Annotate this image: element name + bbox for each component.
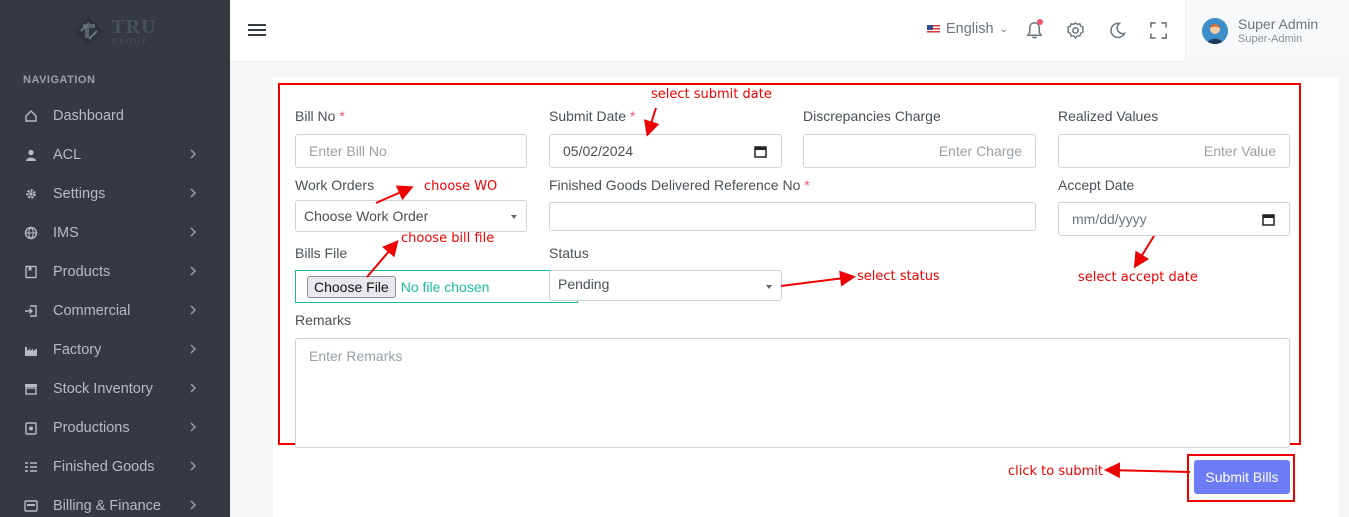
chevron-down-icon: ⌄: [999, 23, 1008, 35]
sidebar-item-acl[interactable]: ACL: [0, 135, 230, 174]
bills-file-label: Bills File: [295, 245, 348, 261]
annotation-accept-date: select accept date: [1078, 270, 1198, 285]
brand-sub: GROUP: [111, 36, 149, 46]
sidebar-item-productions[interactable]: Productions: [0, 408, 230, 447]
remarks-textarea[interactable]: Enter Remarks: [295, 338, 1290, 448]
bookmark-icon: [23, 264, 39, 280]
sidebar-item-label: Stock Inventory: [53, 380, 153, 397]
list-icon: [23, 459, 39, 475]
sidebar-item-label: Dashboard: [53, 107, 124, 124]
brand-name: TRU: [111, 15, 157, 38]
factory-icon: [23, 342, 39, 358]
select-caret-icon: [766, 285, 772, 289]
accept-date-input[interactable]: mm/dd/yyyy: [1058, 202, 1290, 236]
user-role: Super-Admin: [1238, 32, 1303, 45]
chevron-right-icon: [189, 304, 199, 318]
chevron-right-icon: [189, 382, 199, 396]
sidebar-item-label: Commercial: [53, 302, 131, 319]
topbar: English ⌄ Super Admin Super-Admin: [230, 0, 1349, 62]
settings-gear-icon[interactable]: [1064, 19, 1086, 41]
sidebar-item-label: Productions: [53, 419, 130, 436]
calendar-icon[interactable]: [754, 145, 767, 158]
sidebar: TRU GROUP NAVIGATION Dashboard ACL Setting…: [0, 0, 230, 517]
globe-icon: [23, 225, 39, 241]
annotation-status: select status: [857, 269, 940, 284]
sidebar-item-label: Settings: [53, 185, 106, 202]
annotation-submit-date: select submit date: [651, 87, 772, 102]
annotation-bill-file: choose bill file: [401, 231, 495, 246]
chevron-right-icon: [189, 421, 199, 435]
sidebar-item-label: Billing & Finance: [53, 497, 161, 514]
avatar: [1202, 18, 1228, 44]
fg-reference-label: Finished Goods Delivered Reference No *: [549, 177, 810, 193]
calendar-icon[interactable]: [1262, 213, 1275, 226]
store-icon: [23, 381, 39, 397]
user-icon: [23, 147, 39, 163]
file-status-text: No file chosen: [400, 278, 490, 295]
bill-no-input[interactable]: Enter Bill No: [295, 134, 527, 168]
sidebar-item-label: Factory: [53, 341, 102, 358]
language-label: English: [946, 21, 994, 37]
fullscreen-icon[interactable]: [1147, 19, 1169, 41]
nav-section-title: NAVIGATION: [23, 74, 96, 86]
brand-mark-icon: [74, 16, 105, 46]
hamburger-menu-icon[interactable]: [248, 22, 268, 38]
bill-no-label: Bill No *: [295, 108, 345, 124]
annotation-submit: click to submit: [1008, 464, 1103, 479]
notification-bell-icon[interactable]: [1023, 19, 1045, 41]
sidebar-item-factory[interactable]: Factory: [0, 330, 230, 369]
submit-date-input[interactable]: 05/02/2024: [549, 134, 782, 168]
sidebar-item-ims[interactable]: IMS: [0, 213, 230, 252]
user-name: Super Admin: [1238, 15, 1319, 32]
remarks-label: Remarks: [295, 312, 352, 328]
brand-logo[interactable]: TRU GROUP: [0, 0, 230, 62]
chevron-right-icon: [189, 187, 199, 201]
status-select[interactable]: Pending: [549, 270, 782, 301]
sidebar-item-label: Finished Goods: [53, 458, 155, 475]
accept-date-label: Accept Date: [1058, 177, 1135, 193]
realized-values-label: Realized Values: [1058, 108, 1159, 124]
home-icon: [23, 108, 39, 124]
billing-icon: [23, 498, 39, 514]
chevron-right-icon: [189, 460, 199, 474]
work-order-select[interactable]: Choose Work Order: [295, 200, 527, 232]
select-caret-icon: [511, 215, 517, 219]
gear-icon: [23, 186, 39, 202]
chevron-right-icon: [189, 148, 199, 162]
sidebar-item-label: Products: [53, 263, 111, 280]
notification-dot: [1037, 19, 1043, 25]
sidebar-item-label: ACL: [53, 146, 82, 163]
chevron-right-icon: [189, 265, 199, 279]
language-selector[interactable]: English ⌄: [927, 21, 1008, 37]
sidebar-item-products[interactable]: Products: [0, 252, 230, 291]
discrepancies-charge-input[interactable]: Enter Charge: [803, 134, 1036, 168]
discrepancies-charge-label: Discrepancies Charge: [803, 108, 941, 124]
sign-in-icon: [23, 303, 39, 319]
choose-file-button[interactable]: Choose File: [307, 275, 396, 298]
user-profile-menu[interactable]: Super Admin Super-Admin: [1185, 0, 1349, 62]
nav-list: Dashboard ACL Settings IMS Products Commercia…: [0, 96, 230, 517]
sidebar-item-label: IMS: [53, 224, 79, 241]
dark-mode-moon-icon[interactable]: [1106, 19, 1128, 41]
submit-date-label: Submit Date *: [549, 108, 636, 124]
sidebar-item-finished-goods[interactable]: Finished Goods: [0, 447, 230, 486]
chevron-right-icon: [189, 226, 199, 240]
status-label: Status: [549, 245, 589, 261]
fg-reference-input[interactable]: [549, 202, 1036, 231]
clipboard-icon: [23, 420, 39, 436]
chevron-right-icon: [189, 499, 199, 513]
submit-bills-button[interactable]: Submit Bills: [1194, 460, 1290, 494]
sidebar-item-settings[interactable]: Settings: [0, 174, 230, 213]
annotation-work-order: choose WO: [424, 179, 498, 194]
sidebar-item-commercial[interactable]: Commercial: [0, 291, 230, 330]
bills-file-input[interactable]: Choose File No file chosen: [295, 270, 578, 303]
sidebar-item-billing-and-finance[interactable]: Billing & Finance: [0, 486, 230, 517]
work-orders-label: Work Orders: [295, 177, 375, 193]
sidebar-item-dashboard[interactable]: Dashboard: [0, 96, 230, 135]
us-flag-icon: [927, 24, 940, 34]
chevron-right-icon: [189, 343, 199, 357]
sidebar-item-stock-inventory[interactable]: Stock Inventory: [0, 369, 230, 408]
realized-values-input[interactable]: Enter Value: [1058, 134, 1290, 168]
